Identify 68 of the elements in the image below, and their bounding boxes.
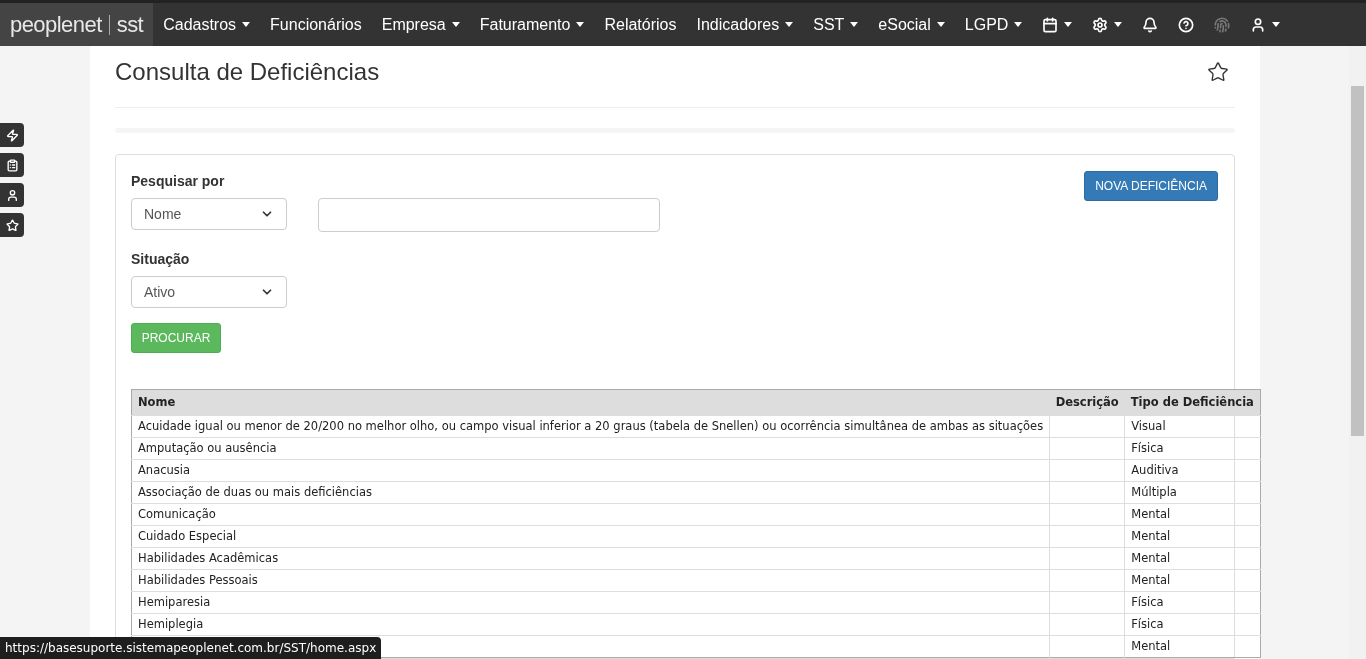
caret-icon: [1064, 22, 1073, 27]
user-shortcut-button[interactable]: [0, 183, 24, 207]
table-cell: Hemiplegia: [138, 616, 204, 631]
caret-icon: [1014, 22, 1023, 27]
nav-menu-item[interactable]: Faturamento: [469, 12, 595, 37]
table-cell: Mental: [1131, 550, 1171, 565]
table-cell: Cuidado Especial: [138, 528, 237, 543]
table-cell: Auditiva: [1131, 462, 1179, 477]
page-title: Consulta de Deficiências: [115, 57, 380, 87]
nav-menu-item[interactable]: Indicadores: [686, 12, 804, 37]
table-cell: Hemiparesia: [138, 594, 211, 609]
lightning-icon: [5, 128, 19, 142]
table-cell: Anacusia: [138, 462, 191, 477]
column-header: Descrição: [1049, 389, 1125, 416]
user-icon: [5, 188, 19, 202]
table-cell: Associação de duas ou mais deficiências: [138, 484, 372, 499]
star-shortcut-button[interactable]: [0, 213, 24, 237]
table-cell: Mental: [1131, 572, 1171, 587]
brand-logo[interactable]: peoplenet sst: [0, 3, 154, 46]
column-header: Tipo de Deficiência: [1124, 389, 1261, 416]
table-cell: Física: [1131, 616, 1164, 631]
caret-icon: [785, 22, 794, 27]
table-cell: Mental: [1131, 638, 1171, 653]
nav-menu-item[interactable]: eSocial: [868, 12, 955, 37]
table-cell: Comunicação: [138, 506, 216, 521]
table-cell: Física: [1131, 594, 1164, 609]
calendar-icon: [1042, 16, 1059, 33]
table-cell: Múltipla: [1131, 484, 1177, 499]
field-label: Pesquisar por: [131, 172, 226, 191]
caret-icon: [576, 22, 585, 27]
table-cell: Física: [1131, 440, 1164, 455]
clipboard-shortcut-button[interactable]: [0, 153, 24, 177]
table-cell: Mental: [1131, 528, 1171, 543]
table-cell: Acuidade igual ou menor de 20/200 no melhor olho, ou campo visual inferior a 20 graus (tabela de Snellen) ou ocorrência simultânea de ambas as situações: [138, 418, 1044, 433]
status-url-tooltip: https://basesuporte.sistemapeoplenet.com.br/SST/home.aspx: [0, 637, 382, 659]
caret-icon: [451, 22, 460, 27]
column-header: Nome: [131, 389, 1050, 416]
nav-menu-item[interactable]: Cadastros: [153, 12, 261, 37]
nav-menu-item[interactable]: Relatórios: [594, 12, 687, 37]
lightning-shortcut-button[interactable]: [0, 123, 24, 147]
field-label: Situação: [131, 250, 191, 269]
search-by-select[interactable]: Nome: [131, 198, 287, 230]
new-deficiency-button[interactable]: NOVA DEFICIÊNCIA: [1084, 171, 1218, 201]
user-icon: [1250, 16, 1267, 33]
nav-menu-item[interactable]: SST: [803, 12, 869, 37]
caret-icon: [850, 22, 859, 27]
search-field[interactable]: [318, 198, 660, 232]
help-icon: [1178, 16, 1195, 33]
table-cell: Visual: [1131, 418, 1166, 433]
nav-menu-item[interactable]: LGPD: [954, 12, 1033, 37]
status-select[interactable]: Ativo: [131, 276, 287, 308]
caret-icon: [242, 22, 251, 27]
table-cell: Habilidades Acadêmicas: [138, 550, 279, 565]
table-cell: Mental: [1131, 506, 1171, 521]
caret-icon: [1114, 22, 1123, 27]
nav-menu-item[interactable]: Empresa: [371, 12, 470, 37]
caret-icon: [936, 22, 945, 27]
nav-menu-item[interactable]: Funcionários: [260, 12, 372, 37]
clipboard-icon: [5, 158, 19, 172]
fingerprint-icon: [1214, 16, 1231, 33]
star-icon: [5, 218, 19, 232]
caret-icon: [1272, 22, 1281, 27]
bell-icon: [1142, 16, 1159, 33]
table-cell: Habilidades Pessoais: [138, 572, 258, 587]
favorite-star-icon[interactable]: [1207, 61, 1229, 83]
table-cell: Amputação ou ausência: [138, 440, 277, 455]
scrollbar-thumb[interactable]: [1351, 86, 1364, 436]
settings-icon: [1092, 16, 1109, 33]
